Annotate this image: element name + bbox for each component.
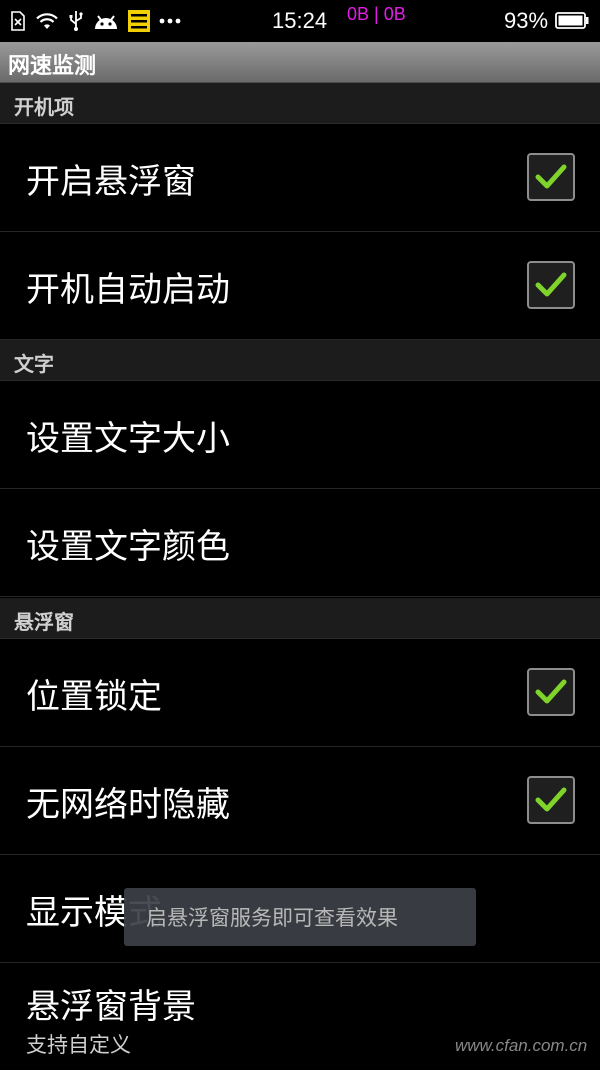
- setting-float-window[interactable]: 开启悬浮窗: [0, 124, 600, 232]
- auto-start-checkbox[interactable]: [527, 261, 575, 309]
- setting-text-color[interactable]: 设置文字颜色: [0, 489, 600, 597]
- app-title-bar: 网速监测: [0, 42, 600, 83]
- setting-auto-start[interactable]: 开机自动启动: [0, 232, 600, 340]
- setting-label: 悬浮窗背景: [26, 987, 196, 1027]
- section-title: 悬浮窗: [14, 610, 74, 634]
- section-title: 开机项: [14, 95, 74, 119]
- more-icon: [159, 18, 181, 24]
- setting-hide-no-network[interactable]: 无网络时隐藏: [0, 747, 600, 855]
- clock: 15:24: [272, 8, 328, 33]
- notification-list-icon: [128, 10, 150, 32]
- app-title: 网速监测: [8, 54, 97, 79]
- setting-label: 设置文字颜色: [26, 527, 230, 567]
- setting-label: 开启悬浮窗: [26, 162, 196, 202]
- net-speed-indicator: 0B | 0B: [347, 4, 406, 24]
- setting-summary: 支持自定义: [26, 1033, 131, 1057]
- lock-position-checkbox[interactable]: [527, 668, 575, 716]
- hide-no-network-checkbox[interactable]: [527, 776, 575, 824]
- setting-label: 位置锁定: [26, 677, 162, 717]
- setting-label: 无网络时隐藏: [26, 785, 230, 825]
- setting-lock-position[interactable]: 位置锁定: [0, 639, 600, 747]
- setting-label: 开机自动启动: [26, 270, 230, 310]
- battery-percent: 93%: [504, 8, 549, 33]
- toast-text: 启悬浮窗服务即可查看效果: [146, 906, 398, 930]
- sim-off-icon: [10, 11, 26, 31]
- setting-text-size[interactable]: 设置文字大小: [0, 381, 600, 489]
- wifi-icon: [35, 11, 59, 31]
- watermark: www.cfan.com.cn: [455, 1036, 588, 1055]
- setting-label: 设置文字大小: [26, 419, 230, 459]
- status-icons: [10, 0, 181, 42]
- float-window-checkbox[interactable]: [527, 153, 575, 201]
- android-icon: [93, 11, 119, 31]
- battery-icon: [555, 12, 589, 29]
- status-bar: 15:24 0B | 0B 93%: [0, 0, 600, 42]
- toast-message: 启悬浮窗服务即可查看效果: [124, 888, 476, 946]
- section-header-text: 文字: [0, 340, 600, 381]
- section-header-float-window: 悬浮窗: [0, 598, 600, 639]
- section-header-startup: 开机项: [0, 83, 600, 124]
- usb-icon: [68, 10, 84, 32]
- section-title: 文字: [14, 352, 54, 376]
